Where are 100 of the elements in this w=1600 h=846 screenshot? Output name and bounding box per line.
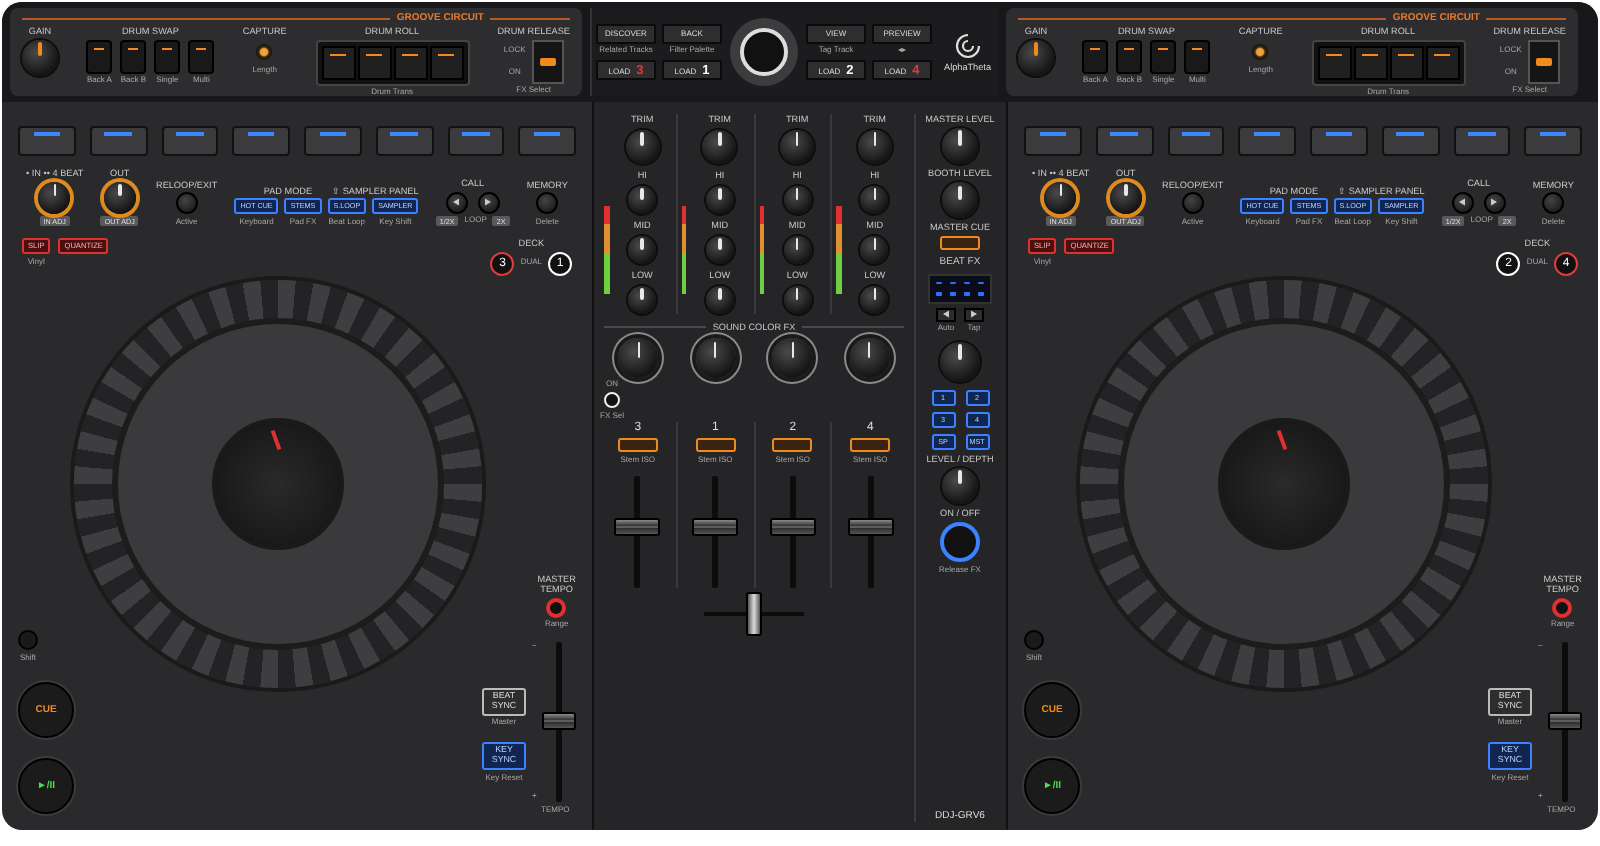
channel-fader-handle[interactable]: [614, 518, 661, 537]
booth-level-knob[interactable]: [942, 182, 978, 219]
eq-knob[interactable]: [860, 186, 889, 215]
performance-pad[interactable]: [89, 126, 147, 156]
trim-knob[interactable]: [780, 130, 815, 165]
performance-pad[interactable]: [1524, 126, 1582, 156]
eq-knob[interactable]: [705, 236, 734, 265]
eq-knob[interactable]: [783, 286, 812, 315]
channel-fader-handle[interactable]: [692, 518, 739, 537]
performance-pad[interactable]: [375, 126, 433, 156]
drum-swap-button[interactable]: [188, 39, 215, 74]
performance-pad[interactable]: [161, 126, 219, 156]
fx-select-knob[interactable]: [940, 341, 980, 382]
eq-knob[interactable]: [705, 186, 734, 215]
triangle-right-icon: [1490, 198, 1499, 207]
loop-out-knob[interactable]: [103, 181, 136, 214]
gain-knob[interactable]: [22, 39, 58, 76]
performance-pad[interactable]: [1024, 126, 1082, 156]
channel-cue-button[interactable]: [695, 438, 736, 453]
performance-pad[interactable]: [1310, 126, 1368, 156]
crossfader-handle[interactable]: [746, 592, 762, 637]
drum-swap-button[interactable]: [154, 39, 181, 74]
channel-cue-button[interactable]: [617, 438, 658, 453]
browse-knob[interactable]: [730, 18, 798, 86]
triangle-left-icon: [452, 198, 461, 207]
fx-next-button[interactable]: [964, 307, 984, 322]
performance-pad[interactable]: [1238, 126, 1296, 156]
performance-pad[interactable]: [1167, 126, 1225, 156]
channel-cue-button[interactable]: [772, 438, 813, 453]
fx-on-button[interactable]: [604, 392, 620, 409]
level-meter: [681, 206, 687, 294]
channel-cue-button[interactable]: [850, 438, 891, 453]
drum-roll-pad[interactable]: [393, 45, 428, 80]
performance-pad[interactable]: [1095, 126, 1153, 156]
trim-knob[interactable]: [702, 130, 737, 165]
drum-swap-button[interactable]: [86, 39, 113, 74]
trim-knob[interactable]: [625, 130, 660, 165]
master-level-knob[interactable]: [942, 128, 978, 165]
eq-knob[interactable]: [860, 286, 889, 315]
eq-knob[interactable]: [628, 236, 657, 265]
triangle-left-icon: [942, 310, 950, 319]
drum-swap-button[interactable]: [1082, 39, 1109, 74]
drum-swap-button[interactable]: [1116, 39, 1143, 74]
loop-in-knob[interactable]: [1044, 181, 1077, 214]
loop-in-knob[interactable]: [38, 181, 71, 214]
color-fx-knob[interactable]: [695, 338, 736, 379]
gain-knob[interactable]: [1018, 39, 1054, 76]
drum-release-lever[interactable]: [1527, 39, 1560, 84]
call-back-button[interactable]: [445, 191, 468, 214]
level-meter: [604, 206, 609, 294]
tempo-fader-handle[interactable]: [542, 712, 577, 731]
performance-pad[interactable]: [18, 126, 76, 156]
eq-knob[interactable]: [783, 236, 812, 265]
drum-release-lever[interactable]: [531, 39, 564, 84]
fx-on-off-button[interactable]: [940, 521, 980, 562]
eq-knob[interactable]: [628, 286, 657, 315]
eq-knob[interactable]: [705, 286, 734, 315]
capture-knob[interactable]: [1252, 43, 1269, 60]
performance-pad[interactable]: [447, 126, 505, 156]
drum-roll-pad[interactable]: [429, 45, 464, 80]
drum-roll-pad[interactable]: [357, 45, 392, 80]
loop-out-knob[interactable]: [1109, 181, 1142, 214]
call-forward-button[interactable]: [1483, 191, 1506, 214]
master-tempo-button[interactable]: [1552, 597, 1573, 618]
fx-prev-button[interactable]: [936, 307, 956, 322]
capture-knob[interactable]: [256, 43, 273, 60]
triangle-left-icon: [1458, 198, 1467, 207]
triangle-right-icon: [484, 198, 493, 207]
level-depth-knob[interactable]: [942, 467, 978, 504]
master-cue-button[interactable]: [940, 236, 980, 251]
performance-pad[interactable]: [1453, 126, 1511, 156]
drum-swap-button[interactable]: [120, 39, 147, 74]
channel-fader-handle[interactable]: [847, 518, 894, 537]
trim-knob[interactable]: [857, 130, 892, 165]
drum-swap-button[interactable]: [1184, 39, 1211, 74]
drum-swap-button[interactable]: [1150, 39, 1177, 74]
level-meter: [759, 206, 764, 294]
performance-pad[interactable]: [518, 126, 576, 156]
swirl-logo-icon: [953, 32, 982, 60]
color-fx-knob[interactable]: [618, 338, 659, 379]
drum-roll-pad[interactable]: [321, 45, 356, 80]
eq-knob[interactable]: [628, 186, 657, 215]
performance-pad[interactable]: [304, 126, 362, 156]
channel-fader-handle[interactable]: [769, 518, 816, 537]
color-fx-knob[interactable]: [772, 338, 813, 379]
drum-roll-pad[interactable]: [1425, 45, 1460, 80]
level-meter: [836, 206, 842, 294]
call-forward-button[interactable]: [477, 191, 500, 214]
drum-roll-pad[interactable]: [1317, 45, 1352, 80]
triangle-right-icon: [970, 310, 978, 319]
call-back-button[interactable]: [1451, 191, 1474, 214]
performance-pad[interactable]: [1381, 126, 1439, 156]
performance-pad[interactable]: [232, 126, 290, 156]
tempo-fader-handle[interactable]: [1548, 712, 1583, 731]
eq-knob[interactable]: [860, 236, 889, 265]
drum-roll-pad[interactable]: [1353, 45, 1388, 80]
eq-knob[interactable]: [783, 186, 812, 215]
master-tempo-button[interactable]: [546, 597, 567, 618]
drum-roll-pad[interactable]: [1389, 45, 1424, 80]
color-fx-knob[interactable]: [849, 338, 890, 379]
